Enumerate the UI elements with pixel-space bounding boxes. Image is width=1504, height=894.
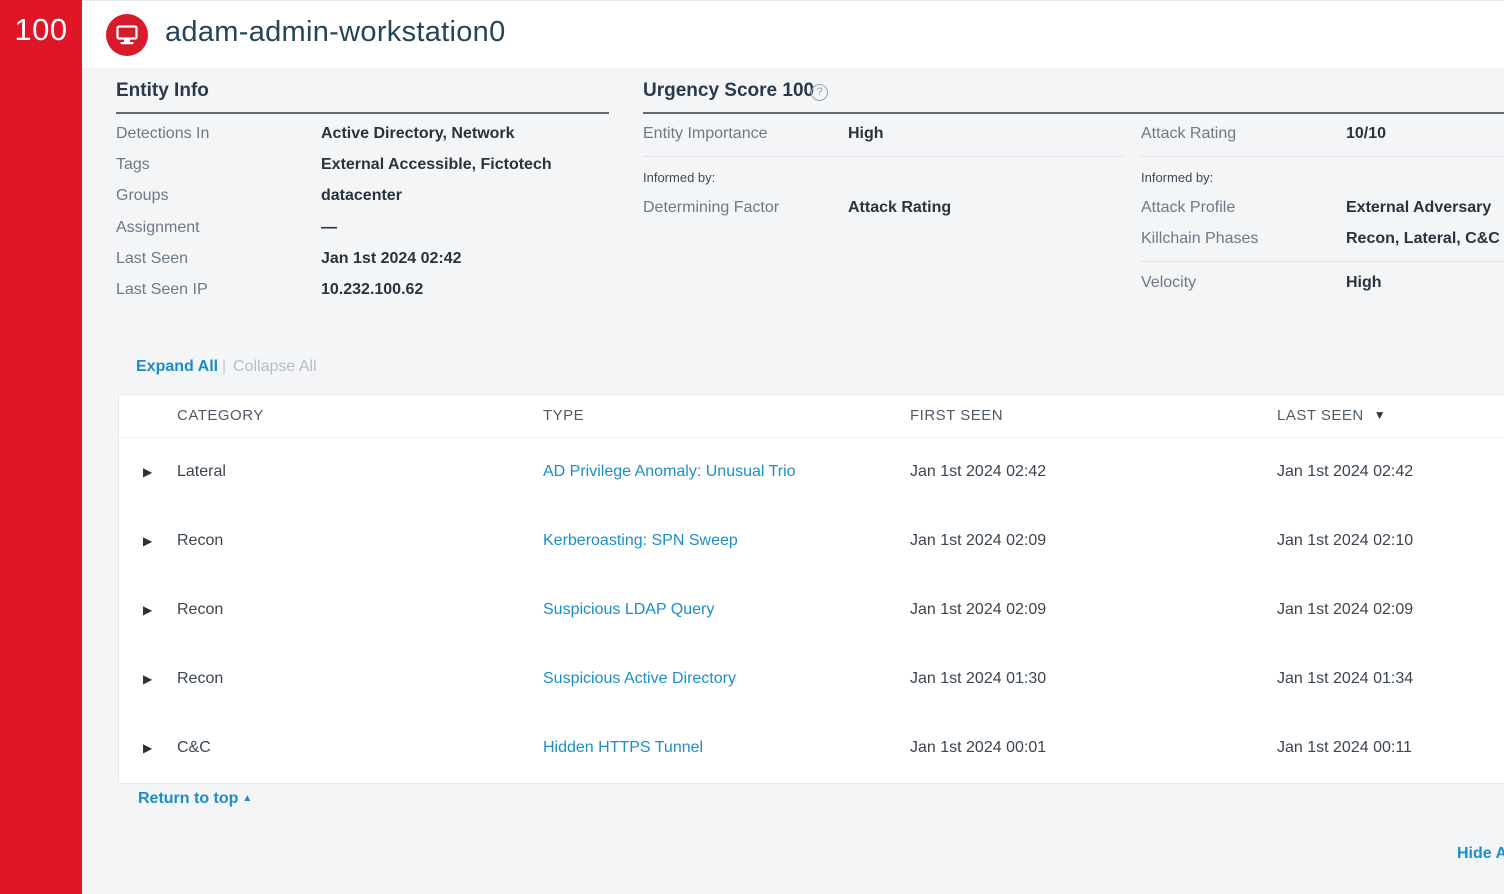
- informed-by-label-right: Informed by:: [1141, 170, 1214, 185]
- row-last-seen: Jan 1st 2024 01:34: [1277, 670, 1414, 687]
- return-to-top-link[interactable]: Return to top ▲: [138, 790, 252, 808]
- determining-factor-value: Attack Rating: [848, 199, 952, 216]
- expand-all-link[interactable]: Expand All: [136, 358, 218, 376]
- link-separator: |: [222, 358, 227, 375]
- killchain-divider: [1141, 261, 1504, 262]
- row-first-seen: Jan 1st 2024 02:42: [910, 463, 1047, 480]
- table-row[interactable]: ▶ Recon Suspicious LDAP Query Jan 1st 20…: [119, 592, 1504, 661]
- entity-importance-value: High: [848, 125, 884, 142]
- row-category: Recon: [177, 601, 224, 618]
- expand-row-icon[interactable]: ▶: [143, 672, 152, 686]
- row-last-seen: Jan 1st 2024 00:11: [1277, 739, 1412, 756]
- killchain-phases-value: Recon, Lateral, C&C: [1346, 230, 1500, 247]
- expand-row-icon[interactable]: ▶: [143, 741, 152, 755]
- last-seen-ip-label: Last Seen IP: [116, 281, 208, 298]
- informed-by-label-left: Informed by:: [643, 170, 716, 185]
- hide-link[interactable]: Hide A: [1457, 845, 1504, 863]
- urgency-score-rail: 100: [0, 0, 82, 894]
- attack-rating-divider: [1141, 156, 1504, 157]
- detections-in-label: Detections In: [116, 125, 210, 142]
- sort-descending-icon[interactable]: ▼: [1374, 408, 1386, 422]
- urgency-score-title: Urgency Score 100: [643, 80, 815, 101]
- entity-info-rule: [116, 112, 609, 114]
- column-header-category[interactable]: CATEGORY: [177, 407, 264, 424]
- groups-label: Groups: [116, 187, 169, 204]
- entity-info-title: Entity Info: [116, 80, 209, 101]
- importance-divider: [643, 156, 1123, 157]
- column-header-last-seen[interactable]: LAST SEEN ▼: [1277, 407, 1386, 424]
- velocity-value: High: [1346, 274, 1382, 291]
- detections-in-value: Active Directory, Network: [321, 125, 515, 142]
- row-category: Recon: [177, 670, 224, 687]
- row-first-seen: Jan 1st 2024 02:09: [910, 601, 1047, 618]
- help-icon[interactable]: ?: [811, 84, 828, 101]
- row-category: Lateral: [177, 463, 226, 480]
- collapse-all-link[interactable]: Collapse All: [233, 358, 317, 376]
- row-type-link[interactable]: Suspicious Active Directory: [543, 670, 736, 688]
- row-first-seen: Jan 1st 2024 02:09: [910, 532, 1047, 549]
- row-type-link[interactable]: Kerberoasting: SPN Sweep: [543, 532, 738, 550]
- row-category: C&C: [177, 739, 211, 756]
- killchain-phases-label: Killchain Phases: [1141, 230, 1259, 247]
- row-type-link[interactable]: Hidden HTTPS Tunnel: [543, 739, 703, 757]
- expand-row-icon[interactable]: ▶: [143, 534, 152, 548]
- last-seen-value: Jan 1st 2024 02:42: [321, 250, 462, 267]
- tags-label: Tags: [116, 156, 150, 173]
- attack-profile-label: Attack Profile: [1141, 199, 1236, 216]
- attack-rating-label: Attack Rating: [1141, 125, 1237, 142]
- table-row[interactable]: ▶ C&C Hidden HTTPS Tunnel Jan 1st 2024 0…: [119, 730, 1504, 799]
- row-type-link[interactable]: Suspicious LDAP Query: [543, 601, 714, 619]
- monitor-icon: [106, 14, 148, 56]
- expand-row-icon[interactable]: ▶: [143, 465, 152, 479]
- column-header-last-seen-label: LAST SEEN: [1277, 407, 1364, 424]
- assignment-label: Assignment: [116, 219, 200, 236]
- entity-importance-label: Entity Importance: [643, 125, 768, 142]
- attack-rating-value: 10/10: [1346, 125, 1387, 142]
- row-first-seen: Jan 1st 2024 01:30: [910, 670, 1047, 687]
- table-header-divider: [119, 437, 1504, 438]
- attack-profile-value: External Adversary: [1346, 199, 1492, 216]
- last-seen-ip-value: 10.232.100.62: [321, 281, 424, 298]
- urgency-score-rule: [643, 112, 1504, 114]
- table-row[interactable]: ▶ Recon Suspicious Active Directory Jan …: [119, 661, 1504, 730]
- last-seen-label: Last Seen: [116, 250, 189, 267]
- row-last-seen: Jan 1st 2024 02:10: [1277, 532, 1414, 549]
- assignment-value: —: [321, 219, 337, 236]
- urgency-score-value: 100: [14, 12, 68, 47]
- column-header-first-seen[interactable]: FIRST SEEN: [910, 407, 1003, 424]
- return-to-top-label: Return to top: [138, 790, 239, 807]
- velocity-label: Velocity: [1141, 274, 1197, 291]
- entity-title: adam-admin-workstation0: [165, 16, 506, 48]
- expand-row-icon[interactable]: ▶: [143, 603, 152, 617]
- column-header-type[interactable]: TYPE: [543, 407, 584, 424]
- entity-header: adam-admin-workstation0: [82, 0, 1504, 69]
- detections-table: CATEGORY TYPE FIRST SEEN LAST SEEN ▼ ▶ La…: [118, 394, 1504, 784]
- table-row[interactable]: ▶ Lateral AD Privilege Anomaly: Unusual …: [119, 454, 1504, 523]
- row-last-seen: Jan 1st 2024 02:09: [1277, 601, 1414, 618]
- row-type-link[interactable]: AD Privilege Anomaly: Unusual Trio: [543, 463, 796, 481]
- row-last-seen: Jan 1st 2024 02:42: [1277, 463, 1414, 480]
- caret-up-icon: ▲: [242, 793, 253, 804]
- entity-detail-panel: Entity Info Detections In Active Directo…: [82, 68, 1504, 894]
- determining-factor-label: Determining Factor: [643, 199, 780, 216]
- row-first-seen: Jan 1st 2024 00:01: [910, 739, 1047, 756]
- row-category: Recon: [177, 532, 224, 549]
- groups-value: datacenter: [321, 187, 402, 204]
- table-row[interactable]: ▶ Recon Kerberoasting: SPN Sweep Jan 1st…: [119, 523, 1504, 592]
- tags-value: External Accessible, Fictotech: [321, 156, 552, 173]
